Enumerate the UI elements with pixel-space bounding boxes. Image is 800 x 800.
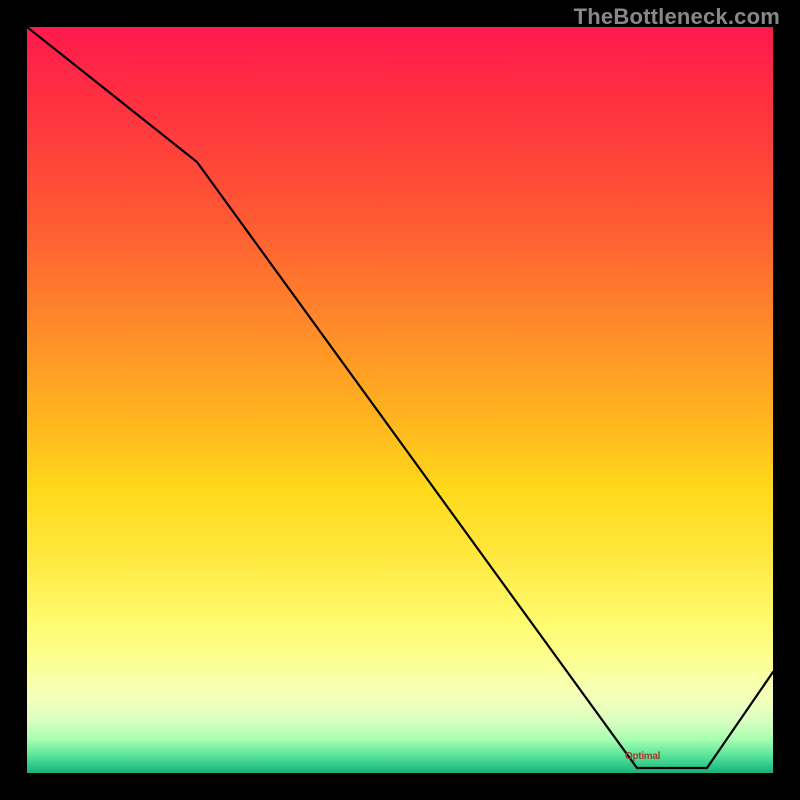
chart-frame: TheBottleneck.com Optimal <box>0 0 800 800</box>
plot-area: Optimal <box>27 27 773 773</box>
optimal-annotation: Optimal <box>625 751 660 762</box>
line-chart-svg <box>27 27 773 773</box>
data-line <box>27 27 773 768</box>
